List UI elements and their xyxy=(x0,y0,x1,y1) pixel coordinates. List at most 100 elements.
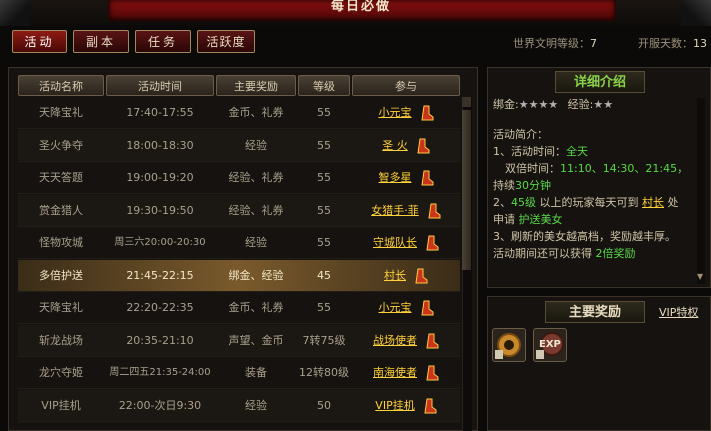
intro-label: 活动简介： xyxy=(493,128,548,141)
bind-gold-icon[interactable] xyxy=(492,328,526,362)
row-join: 女猎手·菲 xyxy=(352,195,460,227)
row-join: 战场使者 xyxy=(352,325,460,357)
intro-line-5: 申请 护送美女 xyxy=(493,211,707,228)
table-row[interactable]: 天天答题 19:00-19:20 经验、礼券 55 智多星 xyxy=(18,162,460,194)
row-level: 55 xyxy=(317,236,331,249)
teleport-shoe-icon[interactable] xyxy=(425,365,439,381)
row-time: 18:00-18:30 xyxy=(126,138,194,152)
intro-line-7-prefix: 活动期间还可以获得 xyxy=(493,247,596,260)
table-row[interactable]: 天降宝礼 17:40-17:55 金币、礼券 55 小元宝 xyxy=(18,97,460,129)
row-time: 19:30-19:50 xyxy=(126,203,194,217)
intro-line-1: 1、活动时间：全天 xyxy=(493,143,707,160)
row-time: 周二四五21:35-24:00 xyxy=(109,367,211,378)
scroll-down-arrow[interactable]: ▼ xyxy=(697,272,703,281)
world-level-value: 7 xyxy=(590,37,597,50)
header-join: 参与 xyxy=(352,75,460,96)
join-npc-link[interactable]: 圣 火 xyxy=(382,139,408,152)
teleport-shoe-icon[interactable] xyxy=(420,300,434,316)
row-time: 周三六20:00-20:30 xyxy=(114,237,206,248)
row-level: 55 xyxy=(317,301,331,314)
row-join: 南海使者 xyxy=(352,357,460,389)
intro-line-4-level: 45级 xyxy=(511,196,536,209)
intro-line-4-end: 处 xyxy=(664,196,679,209)
row-level: 55 xyxy=(317,106,331,119)
server-days: 开服天数：13 xyxy=(638,35,707,51)
table-row[interactable]: 赏金猎人 19:30-19:50 经验、礼券 55 女猎手·菲 xyxy=(18,194,460,227)
tab-activity[interactable]: 活动 xyxy=(12,30,67,53)
teleport-shoe-icon[interactable] xyxy=(425,235,439,251)
teleport-shoe-icon[interactable] xyxy=(423,398,437,414)
join-npc-link[interactable]: VIP挂机 xyxy=(375,399,414,412)
teleport-shoe-icon[interactable] xyxy=(416,138,430,154)
teleport-shoe-icon[interactable] xyxy=(425,333,439,349)
row-reward: 绑金、经验 xyxy=(228,268,284,282)
intro-line-3-prefix: 持续 xyxy=(493,179,515,192)
intro-line-6: 3、刷新的美女越高档，奖励越丰厚。 xyxy=(493,230,676,243)
teleport-shoe-icon[interactable] xyxy=(420,170,434,186)
row-reward: 经验 xyxy=(245,138,267,152)
join-npc-link[interactable]: 智多星 xyxy=(379,171,412,184)
row-name: 龙穴夺姬 xyxy=(39,366,83,379)
row-name: VIP挂机 xyxy=(41,398,81,412)
table-row[interactable]: 圣火争夺 18:00-18:30 经验 55 圣 火 xyxy=(18,129,460,162)
teleport-shoe-icon[interactable] xyxy=(420,105,434,121)
tab-dungeon[interactable]: 副本 xyxy=(73,30,129,53)
corner-ornament-right xyxy=(681,0,711,26)
intro-line-2-value: 11:10、14:30、21:45， xyxy=(560,162,689,175)
join-npc-link[interactable]: 南海使者 xyxy=(373,366,417,379)
table-row[interactable]: 多倍护送 21:45-22:15 绑金、经验 45 村长 xyxy=(18,259,460,292)
row-name: 斩龙战场 xyxy=(39,333,83,347)
tab-quest[interactable]: 任务 xyxy=(135,30,191,53)
header-reward: 主要奖励 xyxy=(216,75,296,96)
table-row[interactable]: 斩龙战场 20:35-21:10 声望、金币 7转75级 战场使者 xyxy=(18,324,460,357)
table-row[interactable]: VIP挂机 22:00-次日9:30 经验 50 VIP挂机 xyxy=(18,389,460,422)
row-name: 多倍护送 xyxy=(39,268,83,282)
row-time: 20:35-21:10 xyxy=(126,333,194,347)
table-row[interactable]: 怪物攻城 周三六20:00-20:30 经验 55 守城队长 xyxy=(18,227,460,259)
server-days-value: 13 xyxy=(693,37,707,50)
row-name: 天天答题 xyxy=(39,171,83,184)
table-row[interactable]: 龙穴夺姬 周二四五21:35-24:00 装备 12转80级 南海使者 xyxy=(18,357,460,389)
row-reward: 经验 xyxy=(245,236,267,249)
intro-npc-link[interactable]: 村长 xyxy=(642,196,664,209)
teleport-shoe-icon[interactable] xyxy=(414,268,428,284)
bind-gold-stars: ★★★★ xyxy=(518,98,559,111)
join-npc-link[interactable]: 女猎手·菲 xyxy=(371,204,419,217)
tab-activeness[interactable]: 活跃度 xyxy=(197,30,255,53)
row-reward: 声望、金币 xyxy=(228,333,284,347)
world-level-label: 世界文明等级： xyxy=(513,37,590,50)
world-level: 世界文明等级：7 xyxy=(513,35,597,51)
scroll-up-arrow[interactable] xyxy=(462,97,471,107)
intro-line-2: 双倍时间：11:10、14:30、21:45， xyxy=(493,160,707,177)
row-join: 小元宝 xyxy=(352,97,460,129)
row-time: 22:20-22:35 xyxy=(126,301,194,314)
row-join: 小元宝 xyxy=(352,292,460,324)
join-npc-link[interactable]: 战场使者 xyxy=(373,334,417,347)
detail-stars: 绑金:★★★★ 经验:★★ xyxy=(493,96,703,113)
intro-line-3: 持续30分钟 xyxy=(493,177,707,194)
row-name: 天降宝礼 xyxy=(39,301,83,314)
join-npc-link[interactable]: 守城队长 xyxy=(373,236,417,249)
row-join: 守城队长 xyxy=(352,227,460,259)
header-time: 活动时间 xyxy=(106,75,214,96)
join-npc-link[interactable]: 小元宝 xyxy=(379,106,412,119)
row-reward: 装备 xyxy=(245,366,267,379)
exp-label: 经验: xyxy=(567,98,594,111)
row-join: 村长 xyxy=(352,260,460,292)
vip-privilege-link[interactable]: VIP特权 xyxy=(659,304,698,320)
row-level: 45 xyxy=(317,268,331,282)
intro-line-5-prefix: 申请 xyxy=(493,213,519,226)
join-npc-link[interactable]: 小元宝 xyxy=(379,301,412,314)
table-row[interactable]: 天降宝礼 22:20-22:35 金币、礼券 55 小元宝 xyxy=(18,292,460,324)
row-level: 55 xyxy=(317,138,331,152)
detail-scrollbar[interactable] xyxy=(697,98,705,284)
scrollbar-thumb[interactable] xyxy=(462,110,471,270)
row-reward: 经验 xyxy=(245,398,267,412)
exp-stars: ★★ xyxy=(593,98,614,111)
intro-line-4: 2、45级 以上的玩家每天可到 村长 处 xyxy=(493,194,707,211)
join-npc-link[interactable]: 村长 xyxy=(384,269,406,282)
header-level: 等级 xyxy=(298,75,350,96)
teleport-shoe-icon[interactable] xyxy=(427,203,441,219)
exp-icon[interactable]: EXP xyxy=(533,328,567,362)
row-reward: 金币、礼券 xyxy=(228,106,284,119)
